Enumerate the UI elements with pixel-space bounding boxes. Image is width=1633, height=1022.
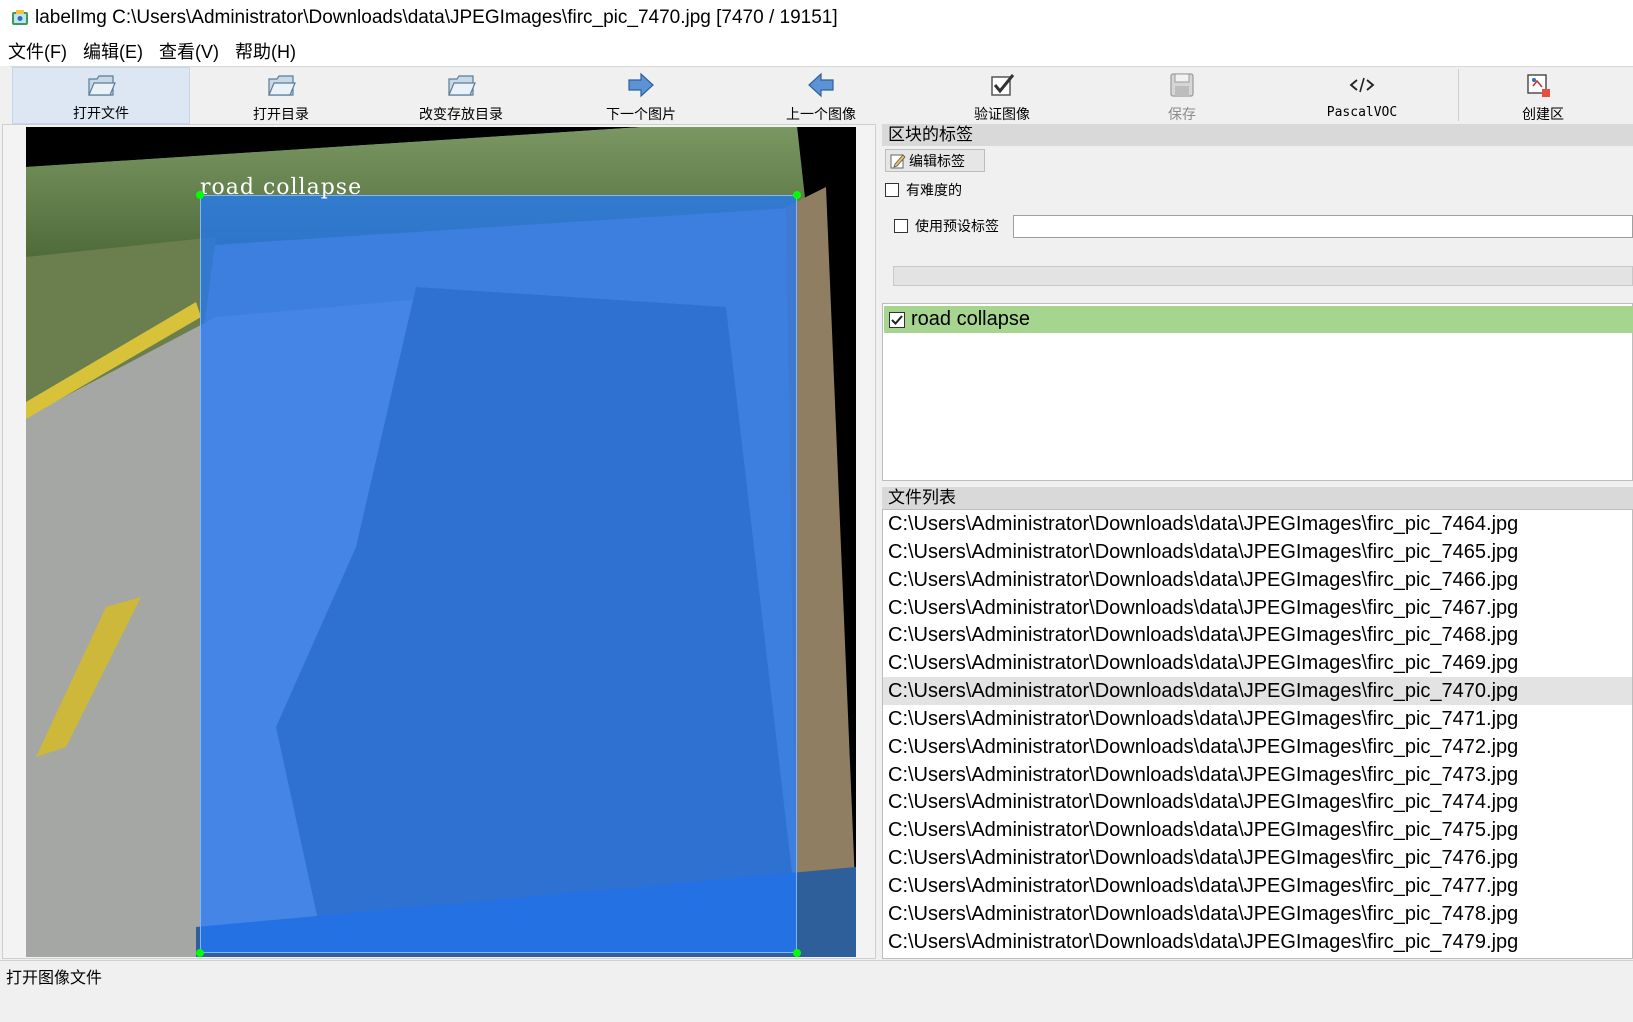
open-folder-icon: [265, 69, 297, 100]
bounding-box[interactable]: [200, 195, 797, 953]
use-default-label-checkbox[interactable]: [894, 219, 908, 233]
next-image-button[interactable]: 下一个图片: [551, 67, 731, 124]
right-panel: 区块的标签 编辑标签 有难度的 使用预设标签 road collapse 文件列…: [882, 124, 1633, 959]
file-list-item[interactable]: C:\Users\Administrator\Downloads\data\JP…: [883, 510, 1632, 538]
arrow-right-icon: [625, 69, 657, 100]
change-save-dir-button[interactable]: 改变存放目录: [371, 67, 551, 124]
labelimg-app-icon: [12, 10, 28, 25]
file-list-item[interactable]: C:\Users\Administrator\Downloads\data\JP…: [883, 872, 1632, 900]
file-list-dock-title: 文件列表: [882, 487, 1633, 509]
save-button[interactable]: 保存: [1092, 67, 1272, 124]
file-list-item[interactable]: C:\Users\Administrator\Downloads\data\JP…: [883, 816, 1632, 844]
menu-help[interactable]: 帮助(H): [227, 38, 304, 64]
arrow-left-icon: [805, 69, 837, 100]
format-pascalvoc-button[interactable]: PascalVOC: [1272, 67, 1452, 124]
menu-edit[interactable]: 编辑(E): [75, 38, 151, 64]
menu-bar: 文件(F) 编辑(E) 查看(V) 帮助(H): [0, 36, 1633, 66]
folder-icon: [445, 69, 477, 100]
menu-view[interactable]: 查看(V): [151, 38, 227, 64]
file-list-item[interactable]: C:\Users\Administrator\Downloads\data\JP…: [883, 844, 1632, 872]
edit-label-text: 编辑标签: [909, 152, 965, 169]
verify-image-label: 验证图像: [974, 106, 1030, 122]
file-list-item[interactable]: C:\Users\Administrator\Downloads\data\JP…: [883, 594, 1632, 622]
prev-image-button[interactable]: 上一个图像: [731, 67, 911, 124]
edit-label-button[interactable]: 编辑标签: [885, 149, 985, 172]
checkbox-check-icon: [986, 69, 1018, 100]
status-text: 打开图像文件: [6, 970, 103, 987]
save-label: 保存: [1168, 106, 1196, 122]
box-vertex-top-right[interactable]: [793, 191, 801, 199]
file-list-item[interactable]: C:\Users\Administrator\Downloads\data\JP…: [883, 566, 1632, 594]
title-bar: labelImg C:\Users\Administrator\Download…: [0, 0, 1633, 36]
file-list: C:\Users\Administrator\Downloads\data\JP…: [882, 509, 1633, 959]
file-list-item[interactable]: C:\Users\Administrator\Downloads\data\JP…: [883, 621, 1632, 649]
save-disk-icon: [1166, 69, 1198, 100]
checkmark-icon: [891, 314, 903, 325]
menu-file[interactable]: 文件(F): [0, 38, 75, 64]
create-box-button[interactable]: 创建区: [1480, 67, 1633, 124]
file-list-item[interactable]: C:\Users\Administrator\Downloads\data\JP…: [883, 761, 1632, 789]
window-title: labelImg C:\Users\Administrator\Download…: [35, 7, 838, 28]
image-canvas[interactable]: road collapse: [2, 124, 876, 959]
label-list: road collapse: [882, 303, 1633, 481]
label-list-item[interactable]: road collapse: [884, 306, 1633, 333]
open-file-button[interactable]: 打开文件: [12, 67, 190, 124]
open-folder-icon: [85, 70, 117, 99]
labels-dock-title: 区块的标签: [882, 124, 1633, 146]
box-vertex-bottom-right[interactable]: [793, 949, 801, 957]
file-list-item[interactable]: C:\Users\Administrator\Downloads\data\JP…: [883, 928, 1632, 956]
status-bar: 打开图像文件: [0, 960, 1633, 1022]
edit-pencil-icon: [890, 153, 906, 169]
file-list-item-selected[interactable]: C:\Users\Administrator\Downloads\data\JP…: [883, 677, 1632, 705]
create-box-label: 创建区: [1522, 106, 1564, 122]
file-list-item[interactable]: C:\Users\Administrator\Downloads\data\JP…: [883, 900, 1632, 928]
format-label: PascalVOC: [1326, 105, 1398, 120]
file-list-item[interactable]: C:\Users\Administrator\Downloads\data\JP…: [883, 649, 1632, 677]
use-default-label-row: 使用预设标签: [894, 216, 999, 236]
open-file-label: 打开文件: [73, 105, 129, 121]
file-list-item[interactable]: C:\Users\Administrator\Downloads\data\JP…: [883, 733, 1632, 761]
file-list-item[interactable]: C:\Users\Administrator\Downloads\data\JP…: [883, 538, 1632, 566]
difficult-checkbox[interactable]: [885, 183, 899, 197]
label-item-checkbox[interactable]: [889, 311, 905, 328]
difficult-label: 有难度的: [906, 182, 962, 198]
box-vertex-top-left[interactable]: [196, 191, 204, 199]
difficult-checkbox-row: 有难度的: [885, 180, 962, 200]
file-list-item[interactable]: C:\Users\Administrator\Downloads\data\JP…: [883, 788, 1632, 816]
open-dir-label: 打开目录: [253, 106, 309, 122]
label-filter-combo[interactable]: [893, 266, 1633, 286]
toolbar: 打开文件 打开目录 改变存放目录 下一个图片 上一个图像 验证图像 保存 Pas…: [10, 66, 1633, 124]
box-label-text: road collapse: [200, 175, 363, 200]
use-default-label-text: 使用预设标签: [915, 218, 999, 234]
file-list-item[interactable]: C:\Users\Administrator\Downloads\data\JP…: [883, 705, 1632, 733]
open-dir-button[interactable]: 打开目录: [191, 67, 371, 124]
road-photo: road collapse: [26, 127, 856, 957]
create-box-icon: [1522, 69, 1554, 100]
verify-image-button[interactable]: 验证图像: [912, 67, 1092, 124]
toolbar-separator: [1458, 69, 1459, 121]
change-save-dir-label: 改变存放目录: [419, 106, 503, 122]
label-item-text: road collapse: [911, 308, 1030, 330]
prev-image-label: 上一个图像: [786, 106, 856, 122]
box-vertex-bottom-left[interactable]: [196, 949, 204, 957]
default-label-input[interactable]: [1013, 215, 1633, 238]
code-tag-icon: [1346, 69, 1378, 101]
next-image-label: 下一个图片: [606, 106, 676, 122]
